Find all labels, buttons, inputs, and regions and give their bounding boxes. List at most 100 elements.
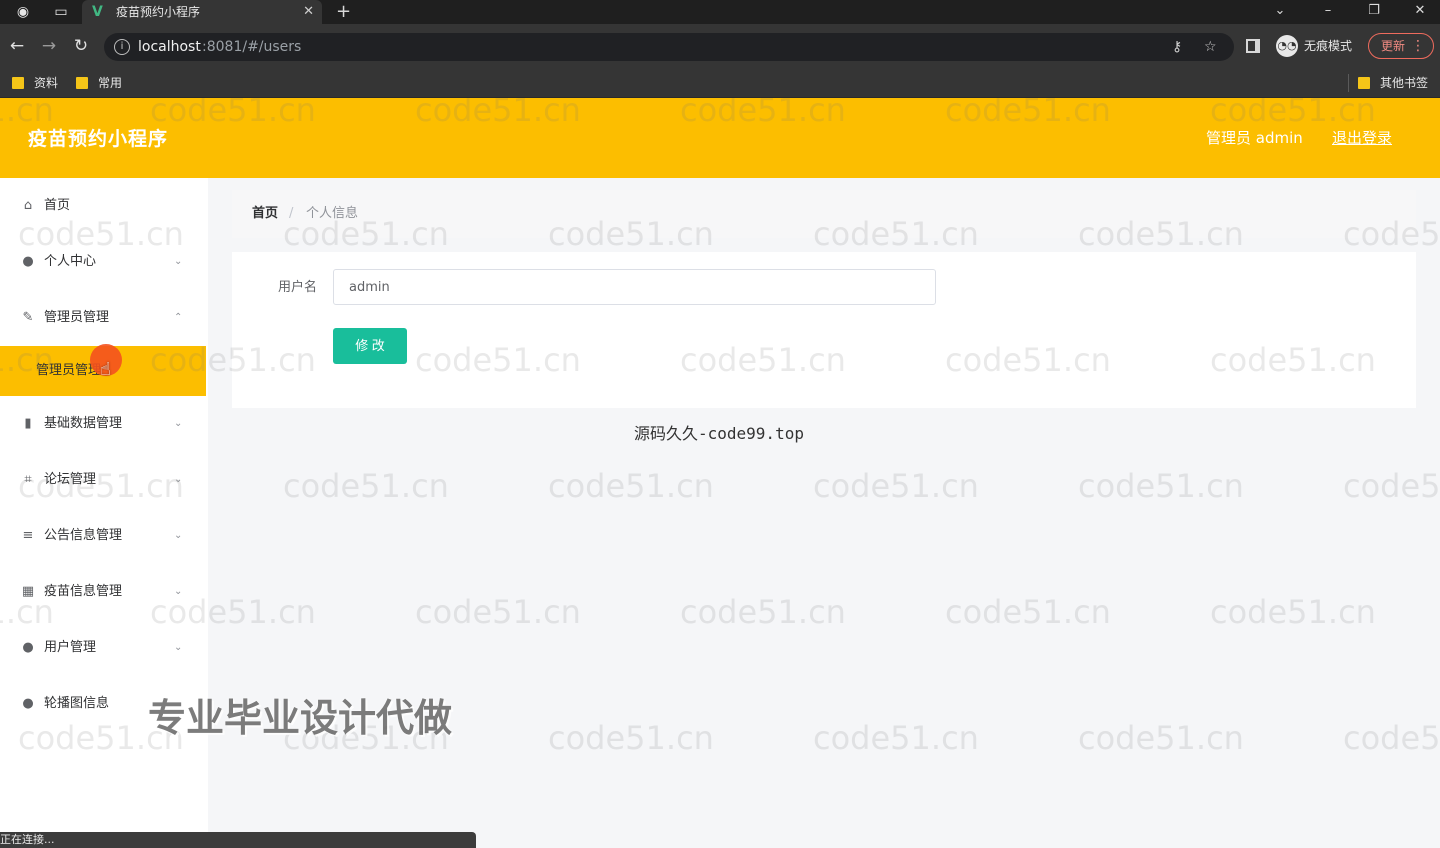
chevron-down-icon: ⌄: [174, 474, 183, 485]
sidebar-item-base-data[interactable]: ▮ 基础数据管理 ⌄: [0, 396, 206, 452]
user-icon: ●: [22, 696, 34, 711]
sidebar-item-admin[interactable]: ✎ 管理员管理 ⌃: [0, 290, 206, 346]
profile-form: 用户名 修 改: [232, 252, 1416, 408]
sidebar-item-label: 轮播图信息: [44, 696, 110, 711]
folder-icon: [76, 77, 88, 89]
minimize-icon[interactable]: –: [1318, 1, 1338, 21]
sidebar-item-label: 个人中心: [44, 254, 97, 269]
watermark: code51.cn: [680, 593, 846, 631]
sidebar-item-label: 疫苗信息管理: [44, 584, 123, 599]
back-icon[interactable]: ←: [6, 36, 28, 56]
user-icon: ●: [22, 640, 34, 655]
reload-icon[interactable]: ↻: [70, 36, 92, 56]
chevron-down-icon: ⌄: [174, 586, 183, 597]
modify-button[interactable]: 修 改: [333, 328, 407, 364]
chevron-down-icon: ⌄: [174, 418, 183, 429]
breadcrumb-home[interactable]: 首页: [252, 205, 278, 223]
folder-icon: [12, 77, 24, 89]
admin-label: 管理员 admin: [1206, 129, 1303, 147]
browser-profile-icon[interactable]: ◉: [14, 3, 32, 21]
crop-icon: ⌗: [24, 472, 32, 487]
browser-tab-bar: ◉ ▭ V 疫苗预约小程序 ✕ + ⌄ – ❐ ✕: [0, 0, 1440, 24]
watermark: code51.cn: [1343, 719, 1440, 757]
address-bar[interactable]: i localhost :8081/#/users ⚷ ☆: [104, 33, 1234, 61]
sidebar-item-home[interactable]: ⌂ 首页: [0, 178, 206, 234]
hand-cursor-icon: ☝: [100, 359, 111, 380]
sidebar-item-label: 论坛管理: [44, 472, 97, 487]
chevron-down-icon: ⌄: [174, 530, 183, 541]
source-note: 源码久久-code99.top: [634, 424, 804, 443]
tab-overview-icon[interactable]: ▭: [52, 3, 70, 21]
restore-icon[interactable]: ❐: [1364, 1, 1384, 21]
sidebar-item-label: 管理员管理: [44, 310, 110, 325]
more-menu-icon[interactable]: ⋮: [1411, 34, 1425, 58]
breadcrumb-separator: /: [289, 206, 294, 221]
browser-status-bar: 正在连接...: [0, 832, 476, 848]
watermark: code51.cn: [1210, 593, 1376, 631]
username-input[interactable]: [333, 269, 936, 305]
browser-toolbar: ← → ↻ i localhost :8081/#/users ⚷ ☆ ◔◔ 无…: [0, 24, 1440, 68]
sidebar-item-vaccine[interactable]: ▦ 疫苗信息管理 ⌄: [0, 564, 206, 620]
status-text: 正在连接...: [0, 833, 55, 846]
chevron-down-icon: ⌄: [174, 256, 183, 267]
watermark: code51.cn: [1078, 719, 1244, 757]
bookmarks-bar: 资料 常用 其他书签: [0, 68, 1440, 98]
sidebar-item-label: 用户管理: [44, 640, 97, 655]
update-label: 更新: [1381, 39, 1406, 53]
site-info-icon[interactable]: i: [114, 39, 130, 55]
app-header: 疫苗预约小程序 管理员 admin 退出登录: [0, 98, 1440, 178]
chevron-up-icon: ⌃: [174, 312, 183, 323]
tab-close-icon[interactable]: ✕: [303, 3, 314, 21]
bookmark-label: 其他书签: [1380, 76, 1429, 90]
watermark: code51.cn: [283, 467, 449, 505]
watermark: code51.cn: [1343, 467, 1440, 505]
other-bookmarks[interactable]: 其他书签: [1358, 75, 1428, 91]
browser-tab-active[interactable]: V 疫苗预约小程序 ✕: [82, 0, 322, 24]
watermark: code51.cn: [548, 719, 714, 757]
forward-icon[interactable]: →: [38, 36, 60, 56]
bar-chart-icon: ▮: [24, 416, 32, 431]
watermark: code51.cn: [813, 719, 979, 757]
folder-icon: [1358, 77, 1370, 89]
bookmark-label: 常用: [98, 76, 123, 90]
sidebar: ⌂ 首页 ● 个人中心 ⌄ ✎ 管理员管理 ⌃ 管理员管理 ☝ ▮ 基础数据管理…: [0, 178, 208, 848]
window-close-icon[interactable]: ✕: [1410, 1, 1430, 21]
sidebar-item-label: 首页: [44, 198, 71, 213]
incognito-label: 无痕模式: [1304, 39, 1353, 53]
breadcrumb: 首页 / 个人信息: [232, 190, 1416, 238]
submenu-item-admin-manage[interactable]: 管理员管理 ☝: [0, 344, 206, 396]
edit-icon: ✎: [22, 310, 34, 325]
sidebar-item-profile[interactable]: ● 个人中心 ⌄: [0, 234, 206, 290]
user-icon: ●: [22, 254, 34, 269]
username-label: 用户名: [278, 280, 318, 295]
url-host: localhost: [138, 39, 201, 55]
new-tab-icon[interactable]: +: [336, 1, 351, 23]
watermark: code51.cn: [813, 467, 979, 505]
bookmark-star-icon[interactable]: ☆: [1204, 37, 1217, 57]
watermark: code51.cn: [415, 593, 581, 631]
sidebar-item-forum[interactable]: ⌗ 论坛管理 ⌄: [0, 452, 206, 508]
sidebar-item-users[interactable]: ● 用户管理 ⌄: [0, 620, 206, 676]
logout-link[interactable]: 退出登录: [1332, 128, 1392, 148]
update-button[interactable]: 更新 ⋮: [1368, 33, 1434, 59]
url-path: :8081/#/users: [202, 39, 302, 55]
tab-search-icon[interactable]: ⌄: [1270, 1, 1290, 21]
incognito-icon[interactable]: ◔◔: [1276, 35, 1298, 57]
list-icon: ≡: [22, 528, 34, 543]
bookmark-folder-1[interactable]: 资料: [12, 75, 58, 91]
key-icon[interactable]: ⚷: [1172, 37, 1182, 57]
tab-title: 疫苗预约小程序: [116, 5, 201, 19]
sidebar-item-notice[interactable]: ≡ 公告信息管理 ⌄: [0, 508, 206, 564]
app-title: 疫苗预约小程序: [28, 128, 169, 150]
side-panel-icon[interactable]: [1246, 39, 1260, 53]
sidebar-item-label: 公告信息管理: [44, 528, 123, 543]
sidebar-item-label: 基础数据管理: [44, 416, 123, 431]
home-icon: ⌂: [23, 198, 33, 213]
bookmark-folder-2[interactable]: 常用: [76, 75, 122, 91]
watermark: code51.cn: [945, 593, 1111, 631]
chevron-down-icon: ⌄: [174, 642, 183, 653]
bookmarks-divider: [1348, 74, 1349, 92]
vue-logo-icon: V: [92, 4, 103, 20]
watermark: code51.cn: [548, 467, 714, 505]
promo-overlay-text: 专业毕业设计代做: [148, 696, 453, 740]
